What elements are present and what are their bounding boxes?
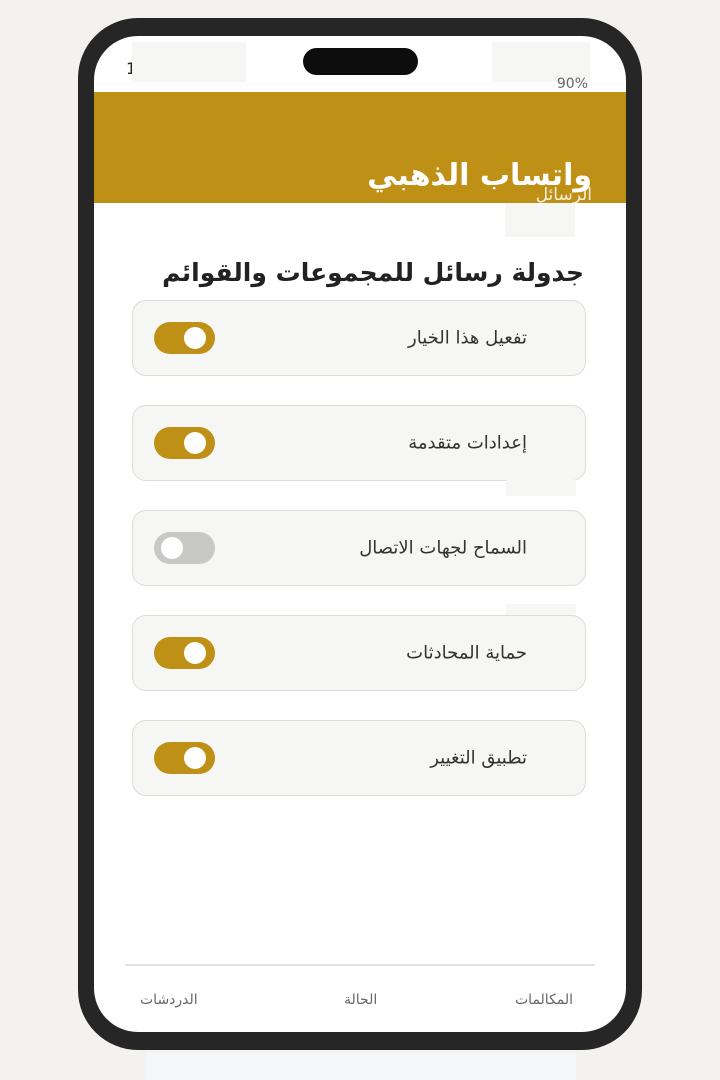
toggle-switch[interactable] <box>154 322 215 354</box>
toggle-switch[interactable] <box>154 742 215 774</box>
setting-row-apply-change[interactable]: تطبيق التغيير <box>132 720 586 796</box>
setting-row-chat-protection[interactable]: حماية المحادثات <box>132 615 586 691</box>
nav-tab-chats[interactable]: الدردشات <box>140 992 198 1008</box>
setting-label: تفعيل هذا الخيار <box>408 327 527 349</box>
setting-row-enable-option[interactable]: تفعيل هذا الخيار <box>132 300 586 376</box>
setting-label: السماح لجهات الاتصال <box>359 537 527 559</box>
toggle-switch[interactable] <box>154 532 215 564</box>
app-header: واتساب الذهبي الرسائل <box>94 92 626 205</box>
row-edge-area <box>506 480 576 496</box>
nav-tab-calls[interactable]: المكالمات <box>515 992 573 1008</box>
app-screen: 1 90% واتساب الذهبي الرسائل جدولة رسائل … <box>94 36 626 1032</box>
nav-tab-status[interactable]: الحالة <box>344 992 377 1008</box>
toggle-knob <box>184 432 206 454</box>
camera-notch <box>303 48 418 75</box>
setting-row-contacts[interactable]: السماح لجهات الاتصال <box>132 510 586 586</box>
header-tab-area <box>505 203 575 237</box>
setting-row-advanced[interactable]: إعدادات متقدمة <box>132 405 586 481</box>
toggle-knob <box>184 747 206 769</box>
toggle-knob <box>161 537 183 559</box>
status-bar-left-area <box>132 42 246 82</box>
battery-level: 90% <box>556 76 588 92</box>
toggle-switch[interactable] <box>154 427 215 459</box>
setting-label: تطبيق التغيير <box>430 747 527 769</box>
toggle-knob <box>184 327 206 349</box>
section-title: جدولة رسائل للمجموعات والقوائم <box>162 258 584 287</box>
toggle-knob <box>184 642 206 664</box>
bottom-area <box>146 1052 576 1080</box>
toggle-switch[interactable] <box>154 637 215 669</box>
setting-label: حماية المحادثات <box>406 642 527 664</box>
setting-label: إعدادات متقدمة <box>408 432 527 454</box>
bottom-nav-divider <box>125 964 595 966</box>
phone-frame: 1 90% واتساب الذهبي الرسائل جدولة رسائل … <box>78 18 642 1050</box>
header-subtitle: الرسائل <box>535 185 592 205</box>
